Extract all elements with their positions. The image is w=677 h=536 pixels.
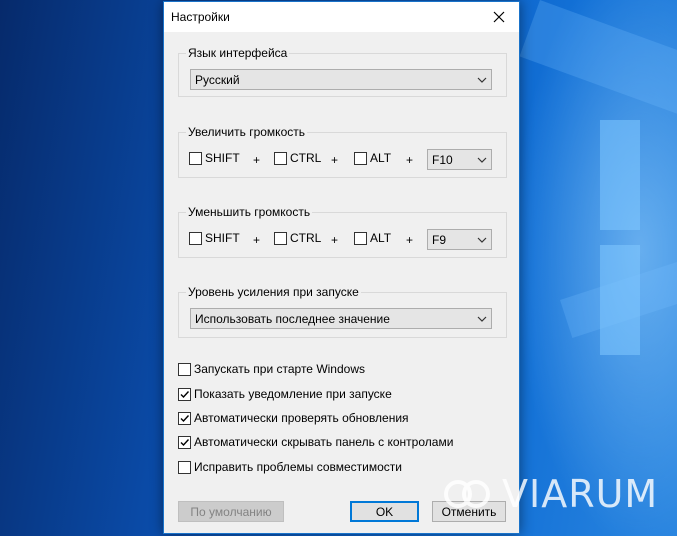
checkbox-box <box>274 231 287 245</box>
option-compat-checkbox[interactable]: Исправить проблемы совместимости <box>178 460 402 474</box>
windows-logo-backdrop <box>600 120 677 370</box>
plus-sign: + <box>253 153 261 167</box>
volume-up-shift-label: SHIFT <box>205 151 240 165</box>
gain-group: Уровень усиления при запуске Использоват… <box>178 285 507 338</box>
chevron-down-icon <box>477 237 487 243</box>
checkmark-icon <box>180 390 190 398</box>
plus-sign: + <box>331 233 339 247</box>
option-autohide-label: Автоматически скрывать панель с контрола… <box>194 435 454 449</box>
volume-up-alt-checkbox[interactable]: ALT <box>354 151 391 165</box>
language-group: Язык интерфейса Русский <box>178 46 507 97</box>
checkbox-box <box>178 362 191 376</box>
close-button[interactable] <box>479 2 519 32</box>
gain-select-value: Использовать последнее значение <box>195 312 390 326</box>
checkbox-box <box>178 387 191 401</box>
volume-down-alt-label: ALT <box>370 231 392 245</box>
close-icon <box>493 11 505 23</box>
checkbox-box <box>178 435 191 449</box>
volume-up-key-value: F10 <box>432 153 453 167</box>
gain-select[interactable]: Использовать последнее значение <box>190 308 492 329</box>
volume-down-ctrl-label: CTRL <box>290 231 322 245</box>
plus-sign: + <box>253 233 261 247</box>
checkbox-box <box>189 151 202 165</box>
chevron-down-icon <box>477 157 487 163</box>
volume-up-group: Увеличить громкость SHIFT + CTRL + ALT +… <box>178 125 507 178</box>
volume-down-shift-label: SHIFT <box>205 231 240 245</box>
volume-up-ctrl-checkbox[interactable]: CTRL <box>274 151 321 165</box>
title-bar: Настройки <box>164 2 519 32</box>
settings-window: Настройки Язык интерфейса Русский Увелич… <box>163 1 520 534</box>
window-title: Настройки <box>171 10 230 24</box>
chevron-down-icon <box>477 316 487 322</box>
checkmark-icon <box>180 414 190 422</box>
plus-sign: + <box>406 233 414 247</box>
volume-down-key-value: F9 <box>432 233 447 247</box>
ok-button[interactable]: OK <box>350 501 419 522</box>
language-group-label: Язык интерфейса <box>186 46 290 60</box>
volume-up-group-label: Увеличить громкость <box>186 125 307 139</box>
option-autostart-label: Запускать при старте Windows <box>194 362 365 376</box>
checkbox-box <box>178 460 191 474</box>
volume-up-key-select[interactable]: F10 <box>427 149 492 170</box>
watermark-logo-icon <box>444 480 491 508</box>
option-updates-label: Автоматически проверять обновления <box>194 411 409 425</box>
volume-up-ctrl-label: CTRL <box>290 151 322 165</box>
option-autohide-checkbox[interactable]: Автоматически скрывать панель с контрола… <box>178 435 453 449</box>
plus-sign: + <box>406 153 414 167</box>
volume-down-group-label: Уменьшить громкость <box>186 205 313 219</box>
chevron-down-icon <box>477 77 487 83</box>
checkbox-box <box>354 151 367 165</box>
option-updates-checkbox[interactable]: Автоматически проверять обновления <box>178 411 409 425</box>
watermark: VIARUM <box>440 470 658 518</box>
volume-down-ctrl-checkbox[interactable]: CTRL <box>274 231 321 245</box>
checkmark-icon <box>180 438 190 446</box>
checkbox-box <box>178 411 191 425</box>
watermark-text: VIARUM <box>502 472 659 516</box>
option-autostart-checkbox[interactable]: Запускать при старте Windows <box>178 362 365 376</box>
volume-down-alt-checkbox[interactable]: ALT <box>354 231 391 245</box>
checkbox-box <box>274 151 287 165</box>
language-select[interactable]: Русский <box>190 69 492 90</box>
volume-up-shift-checkbox[interactable]: SHIFT <box>189 151 240 165</box>
option-notify-label: Показать уведомление при запуске <box>194 387 392 401</box>
option-compat-label: Исправить проблемы совместимости <box>194 460 402 474</box>
volume-up-alt-label: ALT <box>370 151 392 165</box>
language-select-value: Русский <box>195 73 240 87</box>
plus-sign: + <box>331 153 339 167</box>
checkbox-box <box>189 231 202 245</box>
defaults-button[interactable]: По умолчанию <box>178 501 284 522</box>
volume-down-shift-checkbox[interactable]: SHIFT <box>189 231 240 245</box>
option-notify-checkbox[interactable]: Показать уведомление при запуске <box>178 387 392 401</box>
checkbox-box <box>354 231 367 245</box>
volume-down-key-select[interactable]: F9 <box>427 229 492 250</box>
volume-down-group: Уменьшить громкость SHIFT + CTRL + ALT +… <box>178 205 507 258</box>
gain-group-label: Уровень усиления при запуске <box>186 285 361 299</box>
